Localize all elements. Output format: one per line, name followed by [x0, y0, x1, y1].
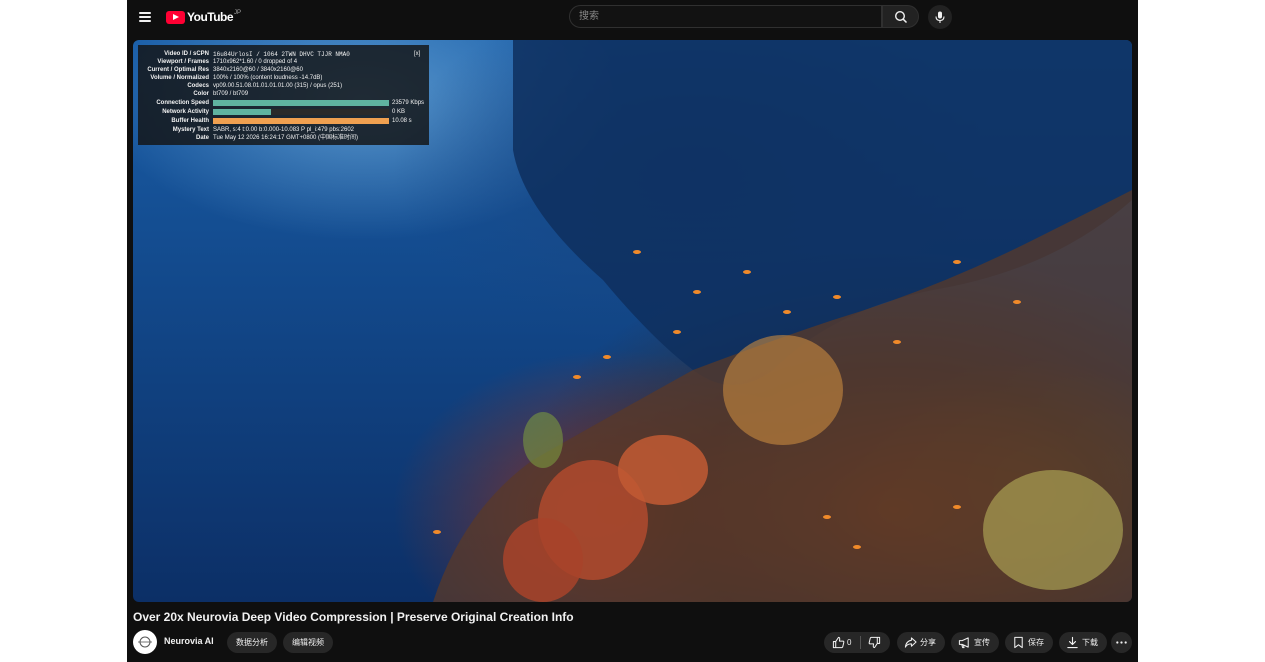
stats-row-connection-speed: Connection Speed 23579 Kbps	[138, 99, 429, 108]
logo-text: YouTube	[187, 10, 234, 24]
stats-row-date: Date Tue May 12 2026 16:24:17 GMT+0800 (…	[138, 134, 429, 143]
search-input[interactable]	[579, 6, 869, 27]
voice-search-button[interactable]	[928, 5, 952, 29]
save-button[interactable]: 保存	[1005, 632, 1053, 653]
share-button[interactable]: 分享	[897, 632, 945, 653]
network-activity-bar	[213, 109, 389, 115]
stats-value: Tue May 12 2026 16:24:17 GMT+0800 (中国标准时…	[213, 135, 359, 141]
megaphone-icon	[958, 637, 969, 649]
microphone-icon	[935, 11, 945, 23]
download-icon	[1067, 636, 1078, 649]
stats-label: Connection Speed	[156, 100, 209, 106]
stats-value: 0 KB	[392, 109, 406, 115]
share-icon	[904, 637, 917, 648]
search-button[interactable]	[882, 5, 919, 28]
menu-icon[interactable]	[136, 8, 154, 26]
more-actions-button[interactable]	[1111, 632, 1132, 653]
buffer-health-fill	[213, 118, 389, 124]
thumbs-up-icon	[832, 636, 845, 649]
channel-avatar[interactable]	[133, 630, 157, 654]
stats-row-buffer-health: Buffer Health 10.08 s	[138, 117, 429, 126]
like-button[interactable]: 0	[824, 632, 860, 653]
stats-row-network-activity: Network Activity 0 KB	[138, 108, 429, 117]
connection-speed-bar	[213, 100, 389, 106]
logo-region: JP	[234, 9, 242, 16]
channel-name[interactable]: Neurovia AI	[164, 636, 214, 646]
search-icon	[894, 10, 908, 24]
youtube-app: YouTube JP 搜索 [x] Video ID / sCPN 16u84U…	[127, 0, 1138, 662]
stats-value: 23579 Kbps	[392, 100, 425, 106]
top-bar: YouTube JP	[127, 0, 1138, 34]
youtube-play-icon	[166, 10, 185, 24]
share-label: 分享	[920, 638, 936, 647]
stats-row-color: Color bt709 / bt709	[138, 90, 429, 99]
promote-button[interactable]: 宣传	[951, 632, 999, 653]
stats-label: Buffer Health	[171, 118, 209, 124]
bookmark-icon	[1014, 636, 1023, 649]
search-box	[569, 5, 882, 28]
dislike-button[interactable]	[861, 632, 890, 653]
more-horizontal-icon	[1116, 641, 1127, 644]
download-button[interactable]: 下载	[1059, 632, 1107, 653]
stats-label: Color	[193, 91, 209, 97]
stats-label: Date	[195, 135, 209, 141]
save-label: 保存	[1028, 638, 1044, 647]
edit-video-button[interactable]: 编辑视频	[283, 632, 333, 653]
channel-logo-icon	[138, 636, 152, 648]
network-activity-fill	[213, 109, 272, 115]
video-player[interactable]: [x] Video ID / sCPN 16u84UrlosI / 1064 2…	[133, 40, 1132, 602]
stats-label: Network Activity	[162, 109, 209, 115]
video-title: Over 20x Neurovia Deep Video Compression…	[133, 610, 574, 624]
stats-value: bt709 / bt709	[213, 91, 249, 97]
connection-speed-fill	[213, 100, 389, 106]
analytics-button[interactable]: 数据分析	[227, 632, 277, 653]
promote-label: 宣传	[974, 638, 990, 647]
buffer-health-bar	[213, 118, 389, 124]
youtube-logo[interactable]: YouTube JP	[166, 8, 241, 26]
like-count: 0	[847, 638, 852, 647]
stats-value: 10.08 s	[392, 118, 412, 124]
thumbs-down-icon	[868, 636, 881, 649]
stats-for-nerds-panel: [x] Video ID / sCPN 16u84UrlosI / 1064 2…	[138, 45, 429, 145]
download-label: 下载	[1082, 638, 1098, 647]
like-dislike-group: 0	[824, 632, 890, 653]
